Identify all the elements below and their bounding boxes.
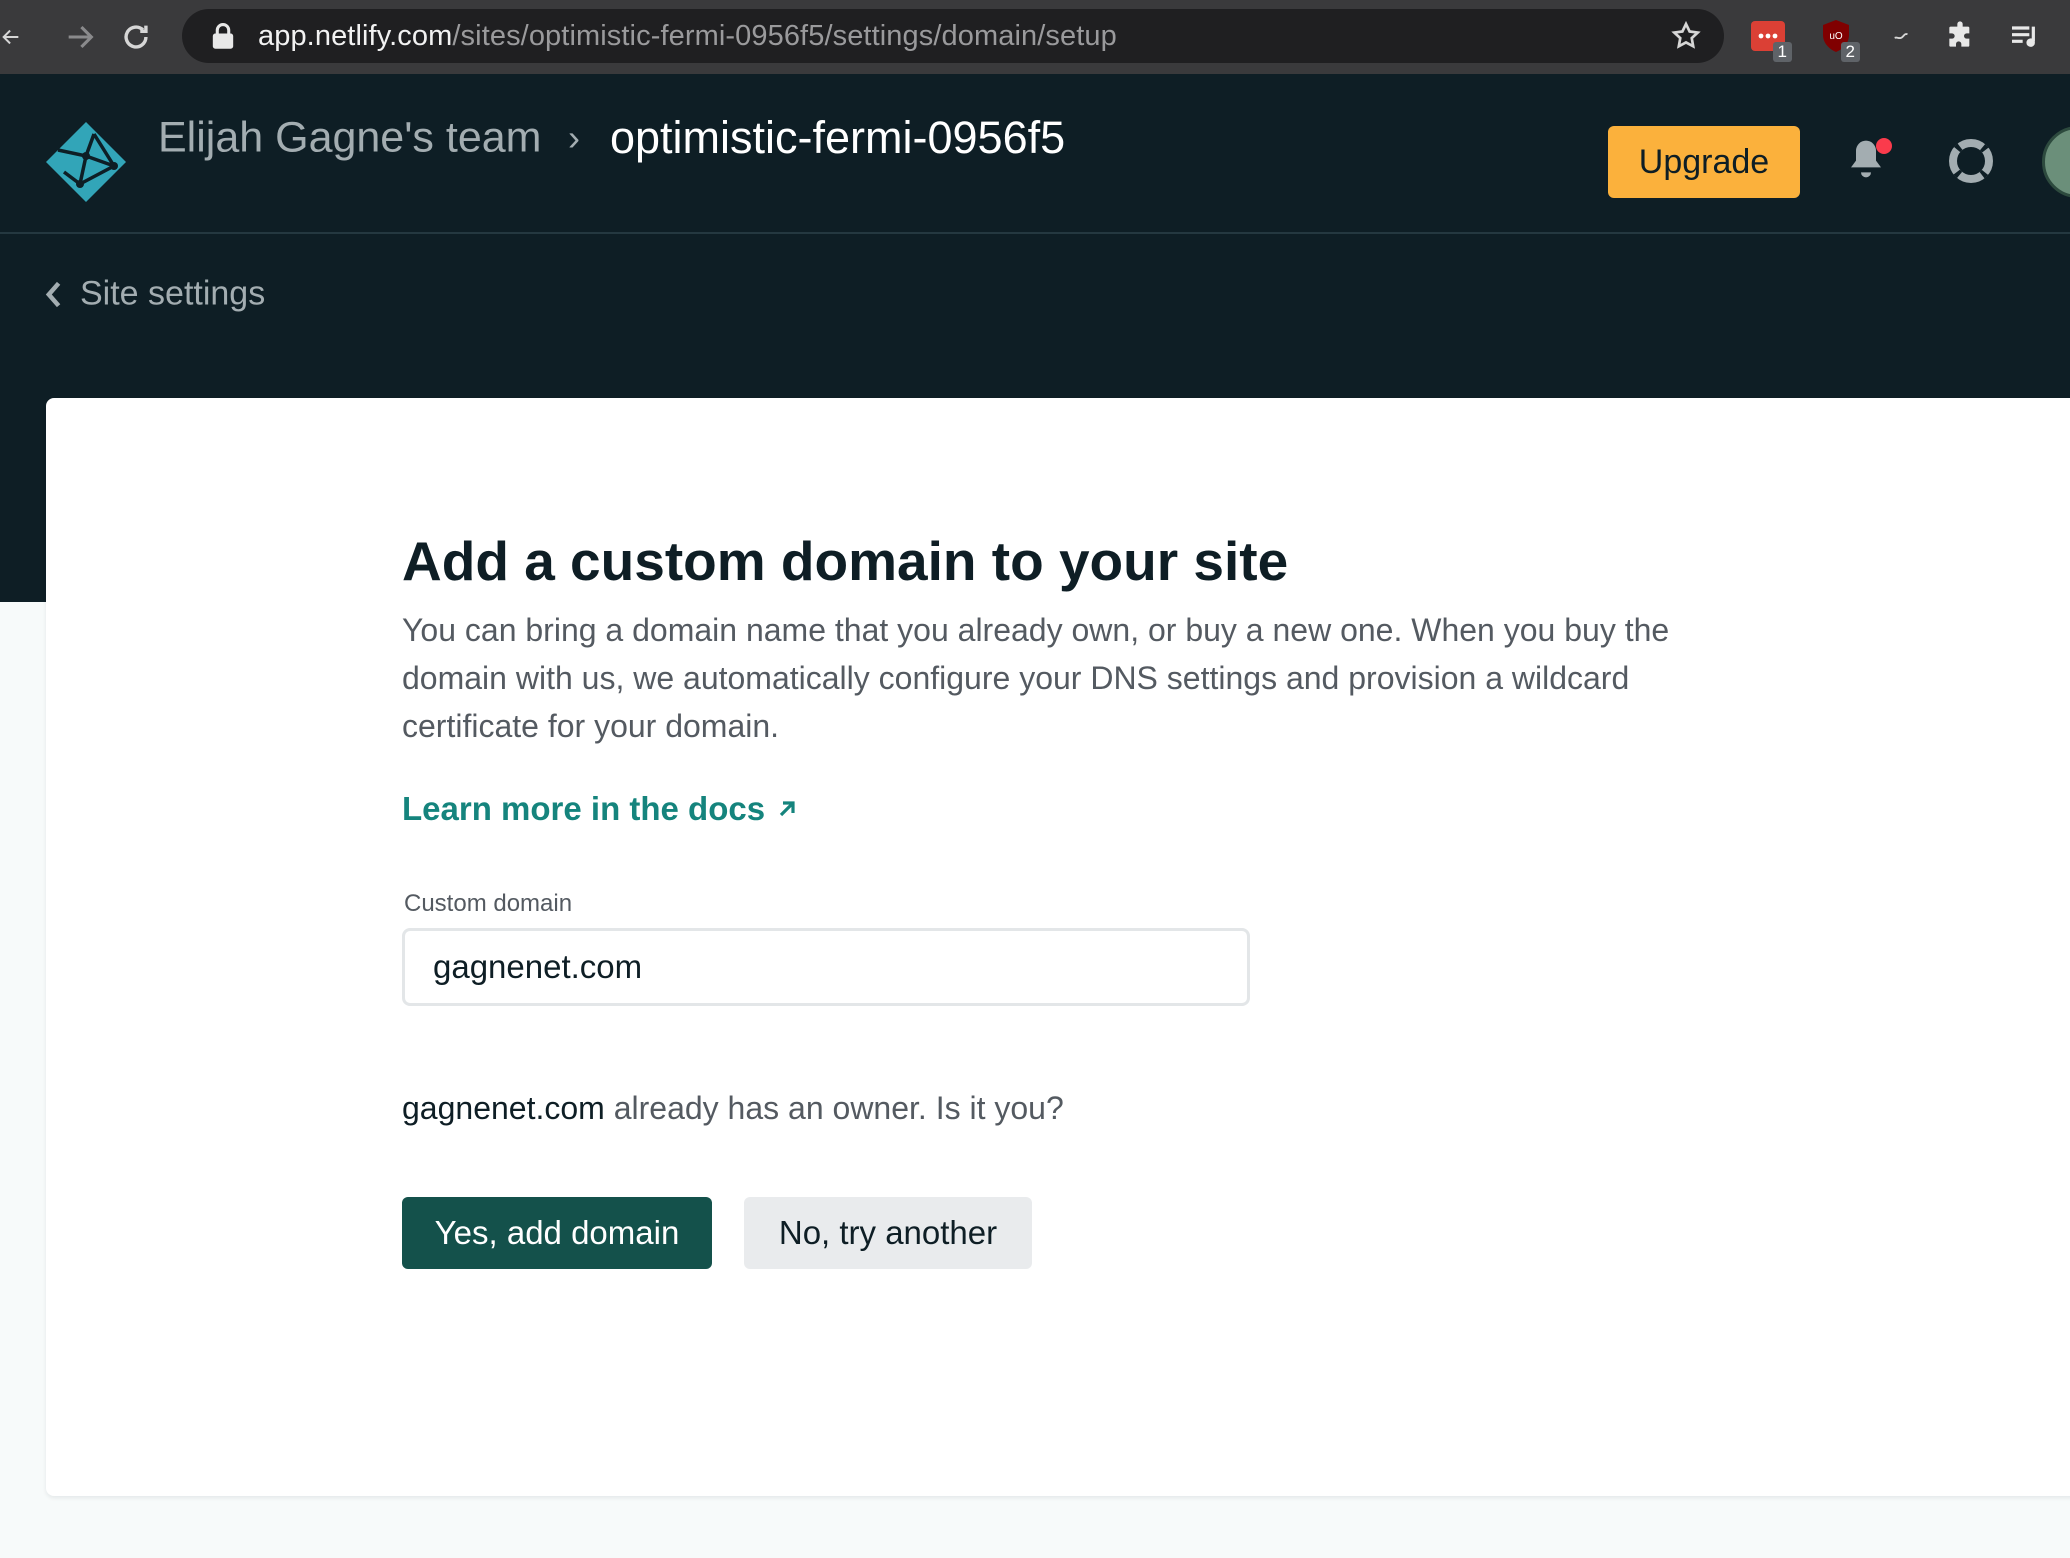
url-text: app.netlify.com/sites/optimistic-fermi-0… [258, 20, 1117, 53]
owner-question: already has an owner. Is it you? [604, 1090, 1064, 1126]
site-name-breadcrumb[interactable]: optimistic-fermi-0956f5 [610, 112, 1065, 164]
team-breadcrumb[interactable]: Elijah Gagne's team [158, 114, 541, 163]
forward-arrow-icon[interactable] [52, 0, 108, 74]
upgrade-button[interactable]: Upgrade [1608, 126, 1800, 198]
extensions-puzzle-icon[interactable] [1938, 14, 1982, 58]
extension-badge: 1 [1772, 42, 1792, 62]
back-arrow-icon[interactable] [0, 0, 22, 74]
no-try-another-button[interactable]: No, try another [744, 1197, 1032, 1269]
page-title: Add a custom domain to your site [402, 530, 1289, 592]
domain-setup-card: Add a custom domain to your site You can… [46, 398, 2070, 1496]
action-buttons: Yes, add domain No, try another [402, 1197, 1782, 1269]
custom-domain-label: Custom domain [404, 890, 573, 917]
owner-message: gagnenet.com already has an owner. Is it… [402, 1090, 1782, 1127]
docs-link[interactable]: Learn more in the docs [402, 790, 799, 828]
external-arrow-icon [779, 801, 795, 817]
notification-dot [1876, 138, 1892, 154]
domain-setup-form: Add a custom domain to your site You can… [402, 528, 1782, 1269]
ublock-extension-icon[interactable]: uO 2 [1814, 14, 1860, 62]
netlify-logo-icon[interactable] [44, 120, 128, 204]
reading-list-icon[interactable] [2002, 14, 2046, 58]
breadcrumb-chevron-icon: › [568, 117, 580, 158]
mini-extension-icon[interactable] [1880, 14, 1924, 58]
help-lifebuoy-icon[interactable] [1948, 138, 1994, 184]
docs-link-label: Learn more in the docs [402, 790, 766, 827]
lock-icon [212, 23, 234, 49]
url-host: app.netlify.com [258, 19, 453, 52]
svg-text:uO: uO [1829, 31, 1843, 42]
chevron-left-icon [45, 281, 61, 307]
yes-add-domain-button[interactable]: Yes, add domain [402, 1197, 712, 1269]
back-link-label: Site settings [80, 274, 266, 313]
notifications-bell-icon[interactable] [1846, 136, 1892, 186]
extension-badge: 2 [1840, 42, 1860, 62]
page-description: You can bring a domain name that you alr… [402, 612, 1670, 744]
bookmark-star-icon[interactable] [1670, 20, 1702, 52]
todoist-extension-icon[interactable]: 1 [1746, 14, 1792, 62]
site-settings-back-link[interactable]: Site settings [44, 275, 265, 314]
custom-domain-input[interactable] [402, 928, 1250, 1006]
address-bar[interactable]: app.netlify.com/sites/optimistic-fermi-0… [182, 9, 1724, 63]
url-path: /sites/optimistic-fermi-0956f5/settings/… [452, 19, 1117, 52]
owner-domain: gagnenet.com [402, 1090, 605, 1126]
reload-icon[interactable] [108, 0, 164, 74]
